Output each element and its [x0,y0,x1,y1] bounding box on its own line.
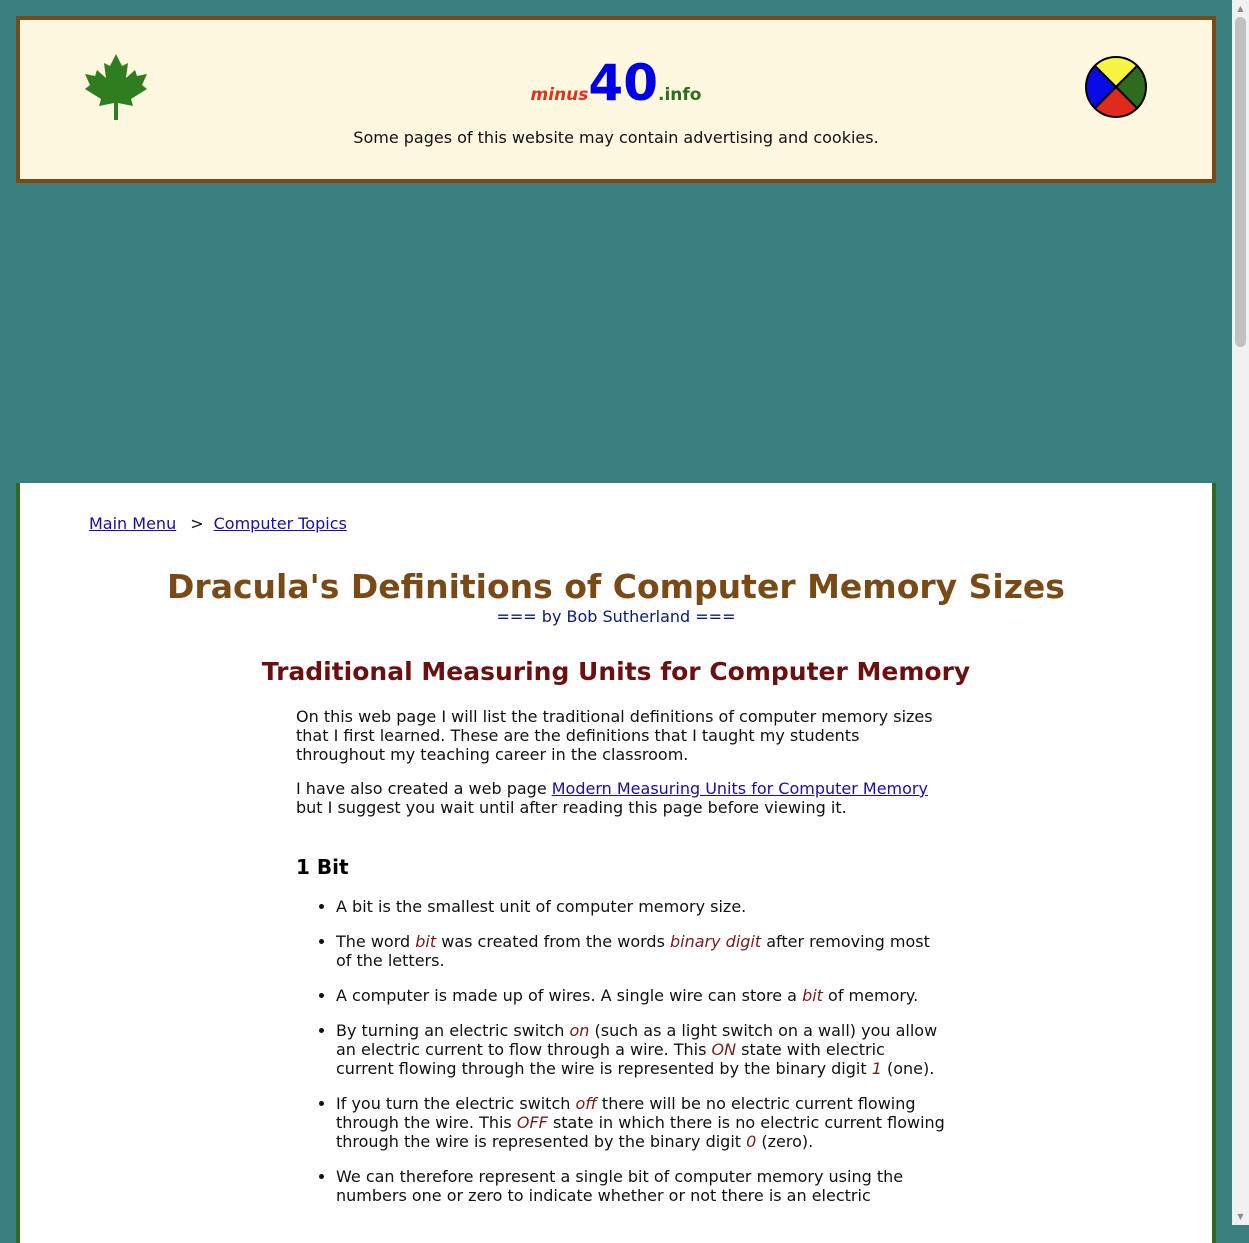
bit-definition-list: A bit is the smallest unit of computer m… [296,897,946,1221]
list-item-text: A bit is the smallest unit of computer m… [336,897,747,916]
subheading-1-bit: 1 Bit [296,855,349,879]
list-item: We can therefore represent a single bit … [336,1167,946,1205]
list-item-text: The word [336,932,416,951]
list-item-text: of memory. [822,986,919,1005]
page: minus40.info Some pages of this website … [0,0,1232,1243]
main-content: Main Menu > Computer Topics Dracula's Defi… [16,483,1216,1243]
intro-p2-text: I have also created a web page [296,779,552,798]
list-item-text: We can therefore represent a single bit … [336,1167,904,1205]
breadcrumb: Main Menu > Computer Topics [89,514,347,533]
list-item: A computer is made up of wires. A single… [336,986,946,1005]
scrollbar-thumb[interactable] [1235,17,1246,347]
intro-paragraph-2: I have also created a web page Modern Me… [296,779,946,817]
list-item: By turning an electric switch on (such a… [336,1021,946,1078]
emphasis-text: ON [711,1040,737,1059]
scroll-up-arrow-icon[interactable]: ▲ [1232,0,1249,17]
list-item-text: If you turn the electric switch [336,1094,576,1113]
site-header: minus40.info Some pages of this website … [16,16,1216,183]
list-item-text: A computer is made up of wires. A single… [336,986,803,1005]
logo-forty: 40 [588,54,658,112]
list-item-text: By turning an electric switch [336,1021,570,1040]
logo-info: .info [658,85,702,105]
breadcrumb-main-menu[interactable]: Main Menu [89,514,176,533]
site-logo[interactable]: minus40.info [20,58,1212,108]
modern-units-link[interactable]: Modern Measuring Units for Computer Memo… [552,779,928,798]
emphasis-text: 0 [746,1132,757,1151]
list-item-text: (one). [881,1059,935,1078]
author-byline: === by Bob Sutherland === [496,607,736,626]
emphasis-text: bit [415,932,437,951]
logo-minus: minus [530,85,589,105]
section-title: Traditional Measuring Units for Computer… [261,657,971,686]
emphasis-text: bit [802,986,823,1005]
intro-text: On this web page I will list the traditi… [296,707,946,832]
list-item: A bit is the smallest unit of computer m… [336,897,946,916]
emphasis-text: binary digit [669,932,762,951]
emphasis-text: OFF [516,1113,548,1132]
medicine-wheel-icon [1085,56,1147,118]
list-item: The word bit was created from the words … [336,932,946,970]
page-title: Dracula's Definitions of Computer Memory… [167,567,1065,606]
intro-paragraph-1: On this web page I will list the traditi… [296,707,933,764]
scroll-down-arrow-icon[interactable]: ▼ [1232,1208,1249,1225]
list-item-text: was created from the words [436,932,670,951]
emphasis-text: off [575,1094,597,1113]
emphasis-text: 1 [871,1059,882,1078]
list-item-text: (zero). [756,1132,814,1151]
list-item: If you turn the electric switch off ther… [336,1094,946,1151]
vertical-scrollbar[interactable]: ▲ ▼ [1232,0,1249,1225]
cookie-notice: Some pages of this website may contain a… [353,128,879,147]
breadcrumb-computer-topics[interactable]: Computer Topics [214,514,347,533]
intro-p2-text-end: but I suggest you wait until after readi… [296,798,847,817]
emphasis-text: on [569,1021,590,1040]
breadcrumb-separator: > [190,514,204,533]
